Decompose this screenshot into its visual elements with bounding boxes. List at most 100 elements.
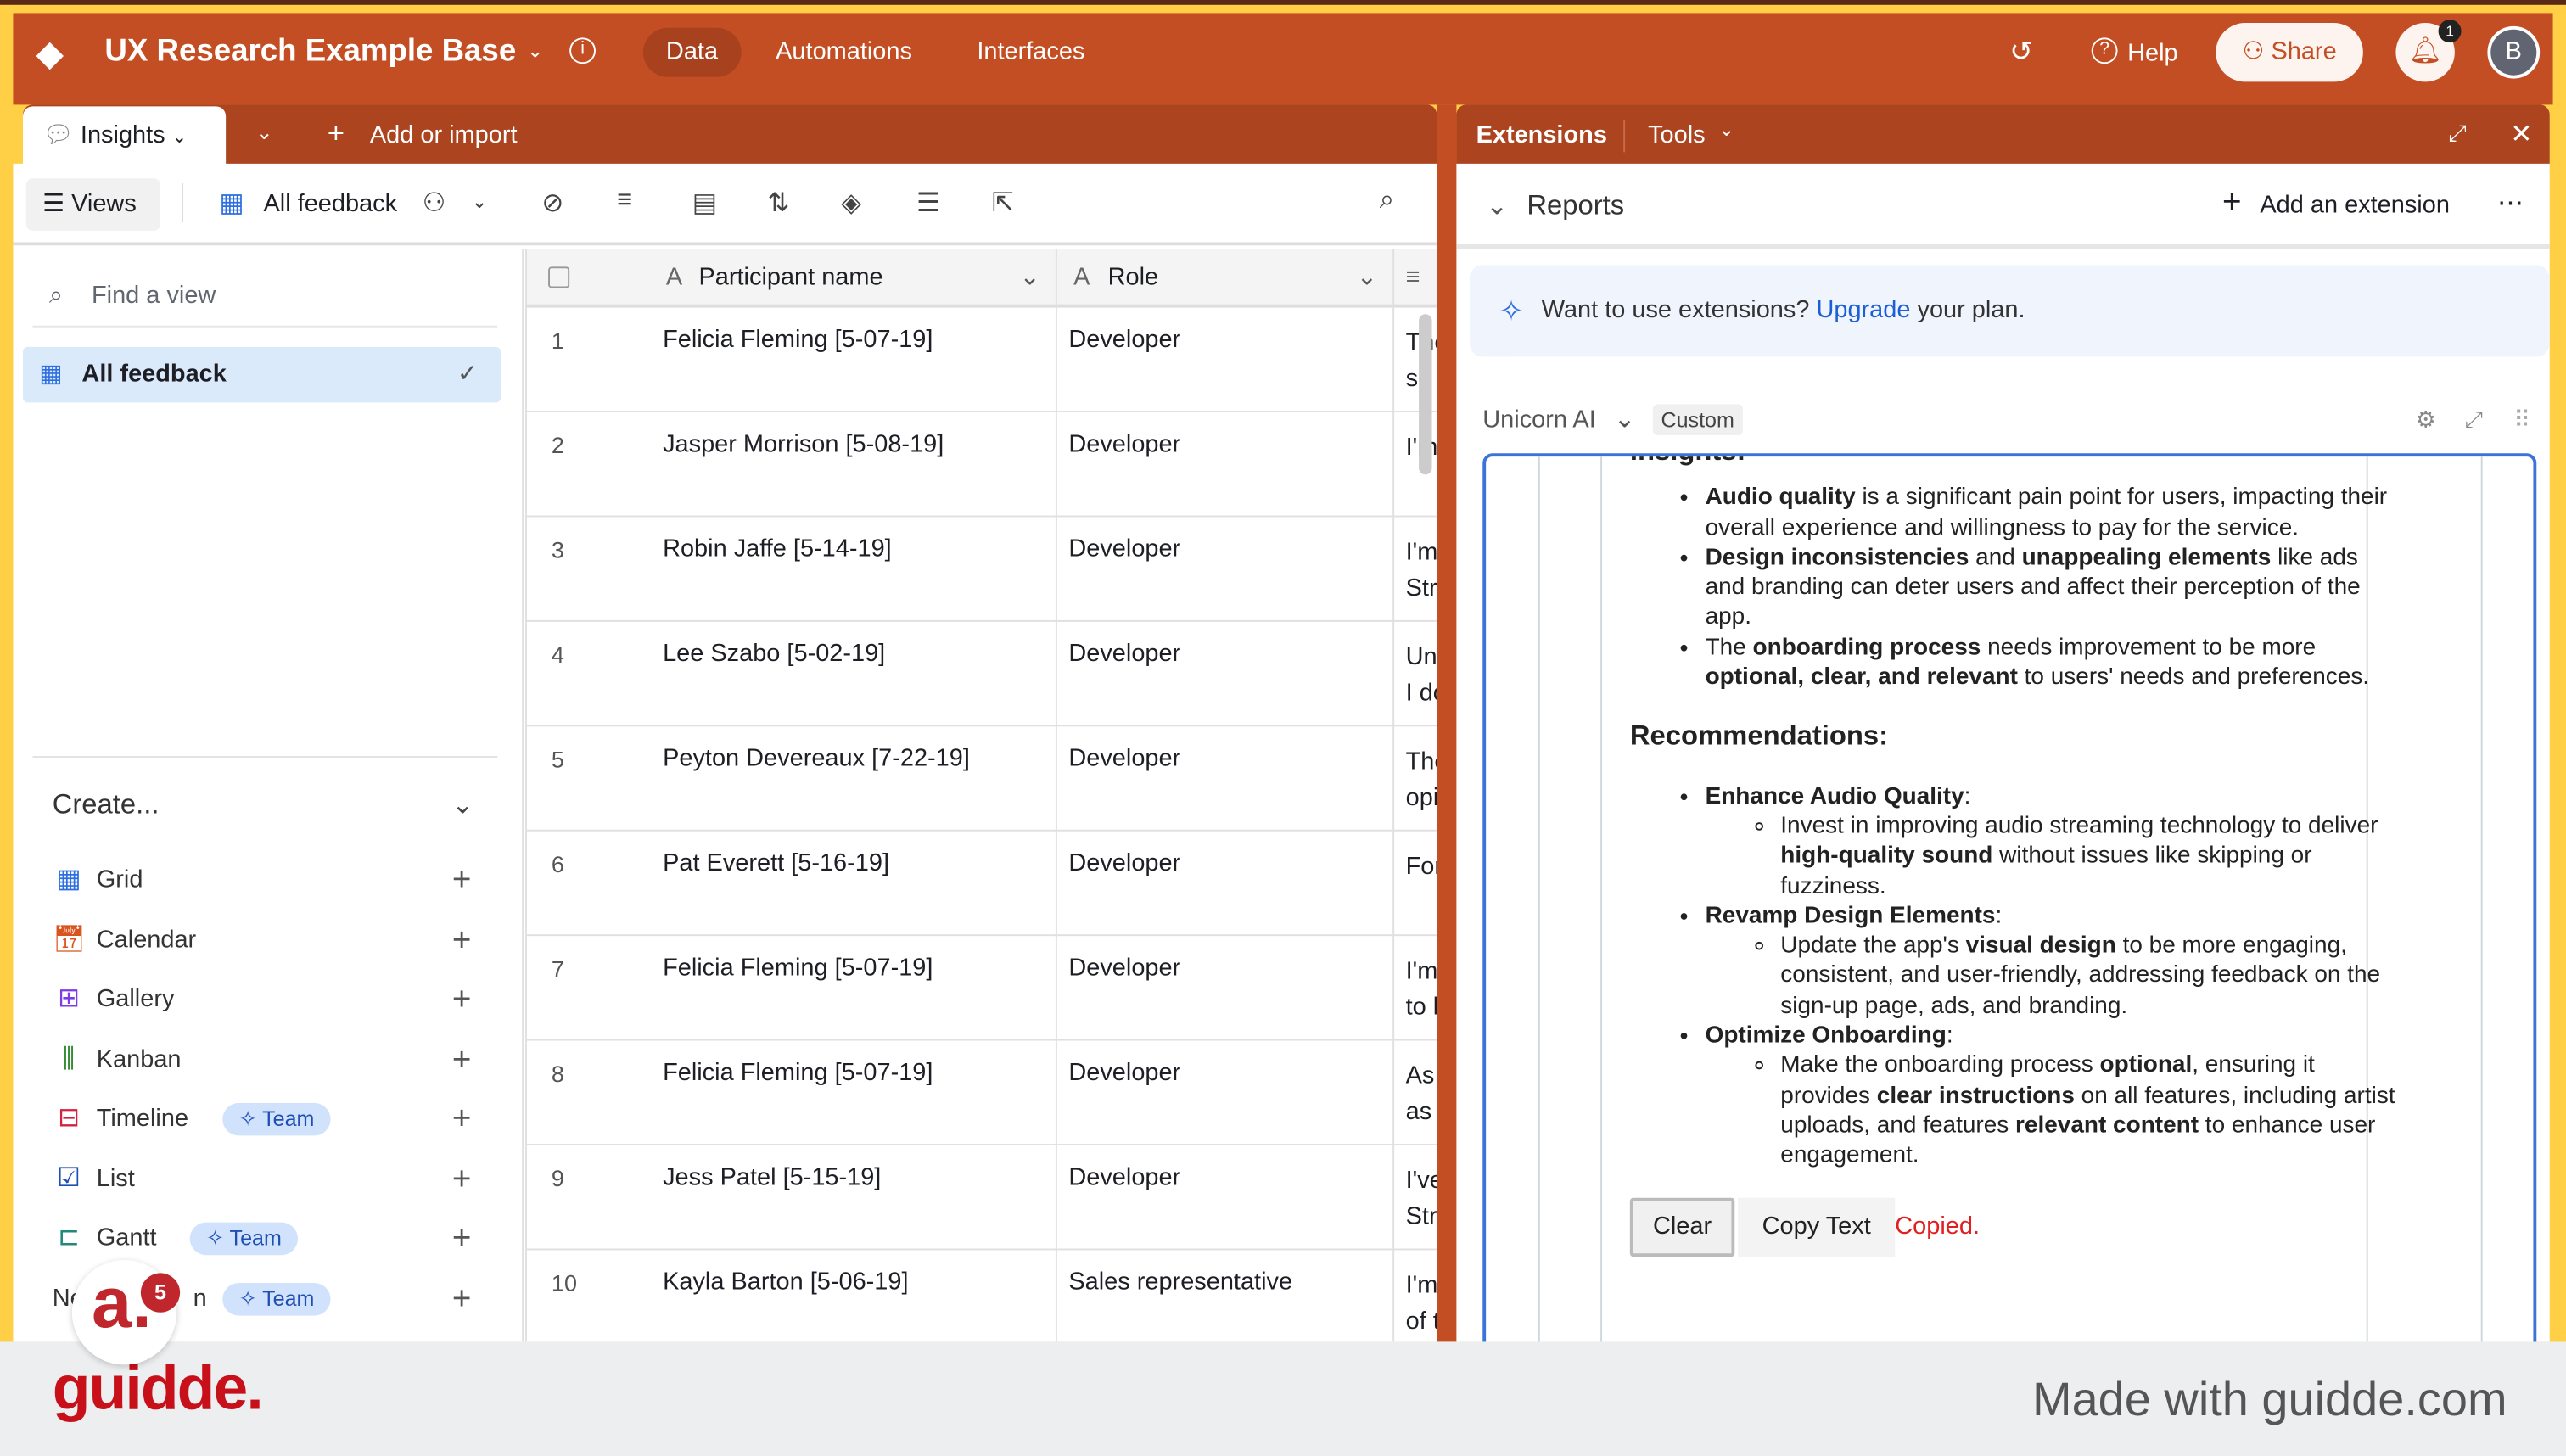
select-all-checkbox[interactable] [548, 266, 570, 288]
plus-icon[interactable]: + [452, 1037, 472, 1083]
create-item-grid[interactable]: ▦ Grid + [53, 858, 472, 904]
table-row[interactable]: 8 Felicia Fleming [5-07-19] Developer As… [525, 1041, 1437, 1145]
history-icon[interactable]: ↺ [2009, 36, 2032, 69]
table-row[interactable]: 2 Jasper Morrison [5-08-19] Developer I'… [525, 412, 1437, 518]
chevron-down-icon[interactable]: ⌄ [1718, 118, 1734, 141]
plus-icon[interactable]: + [452, 1275, 472, 1321]
role-cell[interactable]: Developer [1068, 326, 1379, 354]
participant-name-cell[interactable]: Pat Everett [5-16-19] [663, 849, 889, 877]
role-cell[interactable]: Sales representative [1068, 1268, 1379, 1296]
extension-name[interactable]: Unicorn AI [1482, 406, 1595, 434]
create-item-gantt[interactable]: ⊏ Gantt ✧ Team + [53, 1216, 472, 1262]
filter-icon[interactable]: ≡ [617, 187, 632, 216]
role-cell[interactable]: Developer [1068, 640, 1379, 668]
table-row[interactable]: 10 Kayla Barton [5-06-19] Sales represen… [525, 1250, 1437, 1355]
hide-fields-icon[interactable]: ⊘ [541, 187, 563, 220]
expand-icon[interactable]: ⤢ [2448, 120, 2467, 148]
chevron-down-icon[interactable]: ⌄ [527, 39, 543, 62]
info-icon[interactable]: i [569, 37, 596, 64]
plus-icon[interactable]: + [452, 1096, 472, 1142]
add-or-import-button[interactable]: Add or import [370, 121, 518, 149]
create-section-header[interactable]: Create... [53, 789, 160, 822]
table-row[interactable]: 4 Lee Szabo [5-02-19] Developer Un I do [525, 622, 1437, 727]
chevron-down-icon[interactable]: ⌄ [471, 190, 487, 213]
panel-resize-handle[interactable] [1437, 104, 1457, 1342]
create-item-list[interactable]: ☑ List + [53, 1156, 472, 1202]
participant-name-cell[interactable]: Peyton Devereaux [7-22-19] [663, 744, 970, 772]
table-row[interactable]: 6 Pat Everett [5-16-19] Developer For [525, 832, 1437, 937]
nav-data[interactable]: Data [642, 27, 742, 77]
row-height-icon[interactable]: ☰ [916, 187, 940, 220]
add-extension-button[interactable]: Add an extension [2260, 192, 2450, 220]
table-row[interactable]: 7 Felicia Fleming [5-07-19] Developer I'… [525, 936, 1437, 1041]
base-name[interactable]: UX Research Example Base [104, 34, 516, 70]
group-icon[interactable]: ▤ [692, 187, 717, 220]
expand-icon[interactable]: ⤢ [2464, 406, 2483, 434]
find-view-input[interactable]: ⌕ Find a view [32, 268, 498, 328]
copy-text-button[interactable]: Copy Text [1738, 1196, 1896, 1257]
scrollbar[interactable] [1419, 314, 1432, 475]
column-header-participant[interactable]: Participant name [698, 263, 882, 291]
role-cell[interactable]: Developer [1068, 535, 1379, 563]
chevron-down-icon[interactable]: ⌄ [1614, 402, 1636, 435]
share-view-icon[interactable]: ⇱ [992, 187, 1014, 220]
feedback-cell[interactable]: As as [1406, 1059, 1437, 1131]
plus-icon[interactable]: + [452, 858, 472, 904]
more-icon[interactable]: ⋯ [2497, 187, 2524, 220]
plus-icon[interactable]: + [452, 917, 472, 963]
role-cell[interactable]: Developer [1068, 1163, 1379, 1191]
role-cell[interactable]: Developer [1068, 430, 1379, 458]
feedback-cell[interactable]: Un I do [1406, 640, 1437, 712]
nav-automations[interactable]: Automations [753, 28, 935, 77]
share-button[interactable]: ⚇ Share [2216, 22, 2363, 82]
create-item-timeline[interactable]: ⊟ Timeline ✧ Team + [53, 1096, 472, 1142]
chevron-down-icon[interactable]: ⌄ [1486, 190, 1508, 223]
sidebar-item-all-feedback[interactable]: ▦ All feedback ✓ [22, 346, 501, 403]
participant-name-cell[interactable]: Robin Jaffe [5-14-19] [663, 535, 892, 563]
drag-handle-icon[interactable]: ⠿ [2513, 406, 2530, 434]
close-icon[interactable]: ✕ [2510, 118, 2532, 151]
role-cell[interactable]: Developer [1068, 954, 1379, 982]
plus-icon[interactable]: + [452, 977, 472, 1022]
column-header-role[interactable]: Role [1108, 263, 1159, 291]
plus-icon[interactable]: + [452, 1216, 472, 1262]
chevron-down-icon[interactable]: ⌄ [1019, 262, 1039, 291]
table-row[interactable]: 1 Felicia Fleming [5-07-19] Developer Th… [525, 308, 1437, 412]
plus-icon[interactable]: + [452, 1156, 472, 1202]
table-row[interactable]: 5 Peyton Devereaux [7-22-19] Developer T… [525, 726, 1437, 832]
help-button[interactable]: Help [2127, 39, 2178, 67]
table-row[interactable]: 9 Jess Patel [5-15-19] Developer I've Str [525, 1145, 1437, 1251]
nav-interfaces[interactable]: Interfaces [954, 28, 1107, 77]
participant-name-cell[interactable]: Kayla Barton [5-06-19] [663, 1268, 908, 1296]
feedback-cell[interactable]: I'm Str [1406, 535, 1437, 608]
participant-name-cell[interactable]: Jess Patel [5-15-19] [663, 1163, 881, 1191]
tools-menu[interactable]: Tools [1648, 121, 1706, 149]
search-icon[interactable]: ⌕ [1380, 187, 1394, 216]
role-cell[interactable]: Developer [1068, 1059, 1379, 1087]
create-item-calendar[interactable]: 📅︎ Calendar + [53, 917, 472, 963]
views-button[interactable]: ☰ Views [25, 178, 160, 231]
table-row[interactable]: 3 Robin Jaffe [5-14-19] Developer I'm Str [525, 517, 1437, 622]
feedback-cell[interactable]: I'm to l [1406, 954, 1437, 1026]
create-item-kanban[interactable]: ⫼ Kanban + [53, 1037, 472, 1083]
feedback-cell[interactable]: The opi [1406, 744, 1437, 816]
feedback-cell[interactable]: I've Str [1406, 1163, 1437, 1235]
participant-name-cell[interactable]: Felicia Fleming [5-07-19] [663, 326, 933, 354]
feedback-cell[interactable]: I'm of t [1406, 1268, 1437, 1341]
participant-name-cell[interactable]: Lee Szabo [5-02-19] [663, 640, 885, 668]
chevron-down-icon[interactable]: ⌄ [1357, 262, 1377, 291]
participant-name-cell[interactable]: Felicia Fleming [5-07-19] [663, 954, 933, 982]
role-cell[interactable]: Developer [1068, 849, 1379, 877]
role-cell[interactable]: Developer [1068, 744, 1379, 772]
upgrade-link[interactable]: Upgrade [1816, 296, 1910, 324]
current-view-name[interactable]: All feedback [263, 190, 397, 218]
participant-name-cell[interactable]: Felicia Fleming [5-07-19] [663, 1059, 933, 1087]
create-item-gallery[interactable]: ⊞ Gallery + [53, 977, 472, 1022]
tables-chevron-icon[interactable]: ⌄ [255, 120, 273, 146]
sort-icon[interactable]: ⇅ [767, 187, 789, 220]
avatar[interactable]: B [2487, 25, 2541, 79]
feedback-cell[interactable]: For [1406, 849, 1437, 885]
participant-name-cell[interactable]: Jasper Morrison [5-08-19] [663, 430, 944, 458]
chevron-down-icon[interactable]: ⌄ [451, 789, 473, 822]
dashboard-name[interactable]: Reports [1527, 190, 1624, 223]
